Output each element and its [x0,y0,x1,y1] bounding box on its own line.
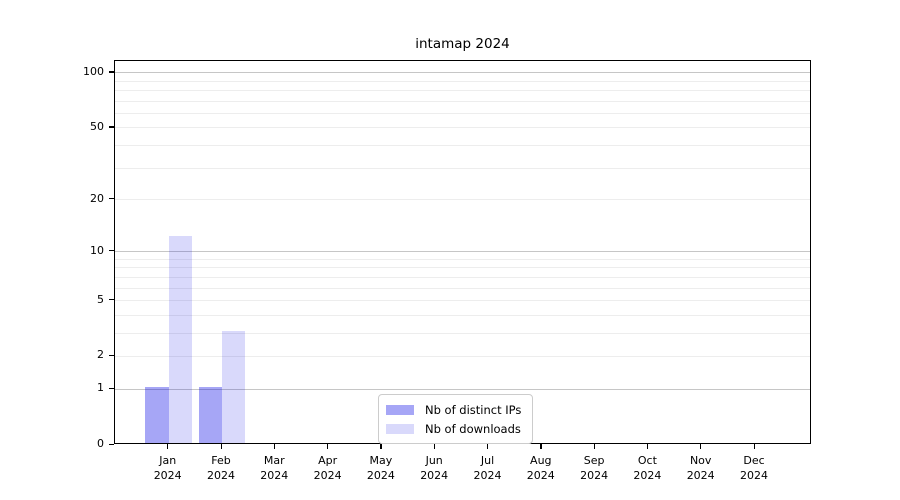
gridline-6 [115,287,810,289]
chart-title: intamap 2024 [415,36,510,52]
y-tick-mark-1 [109,387,114,389]
plot-area [114,60,811,444]
x-tick-mark-feb [220,444,222,449]
y-tick-mark-20 [109,198,114,200]
gridline-60 [115,113,810,115]
x-tick-label-may: May 2024 [366,454,395,482]
x-tick-label-feb: Feb 2024 [207,454,235,482]
y-tick-label-100: 100 [83,64,104,78]
gridline-20 [115,199,810,200]
y-tick-mark-5 [109,299,114,301]
gridline-40 [115,145,810,147]
gridline-3 [115,332,810,334]
legend-entry-downloads: Nb of downloads [386,419,521,438]
gridline-10 [115,251,810,253]
x-tick-label-jan: Jan 2024 [153,454,182,482]
legend-swatch-distinct-ips [386,404,414,415]
y-tick-mark-0 [109,443,114,445]
bar-jan-downloads [168,236,192,443]
bar-feb-downloads [222,331,246,443]
legend-entry-distinct-ips: Nb of distinct IPs [386,400,521,419]
gridline-30 [115,167,810,169]
gridline-80 [115,90,810,92]
x-tick-mark-jun [433,444,435,449]
y-tick-label-0: 0 [97,437,104,450]
x-tick-mark-dec [753,444,755,449]
gridline-50 [115,127,810,129]
x-tick-label-oct: Oct 2024 [633,454,662,482]
gridline-100 [115,72,810,74]
y-tick-label-50: 50 [90,119,104,133]
y-tick-label-20: 20 [90,191,104,205]
x-tick-label-jun: Jun 2024 [420,454,449,482]
x-tick-mark-mar [273,444,276,449]
chart-figure: intamap 2024 0 1 2 5 10 20 50 100 Jan 2024 Feb 202… [0,0,900,500]
bar-jan-distinct-ips [145,387,169,443]
x-tick-mark-apr [327,444,329,449]
x-tick-label-aug: Aug 2024 [526,454,555,482]
gridline-90 [115,80,810,82]
x-tick-mark-jul [487,444,489,449]
y-tick-mark-10 [109,250,114,252]
y-tick-mark-50 [109,126,114,128]
x-tick-mark-jan [167,444,169,449]
x-tick-mark-nov [700,444,702,449]
y-tick-mark-2 [109,354,114,357]
y-tick-label-2: 2 [97,348,104,362]
x-tick-label-dec: Dec 2024 [740,454,768,482]
gridline-8 [115,267,810,269]
gridline-7 [115,276,810,278]
gridline-5 [115,300,810,302]
x-tick-mark-sep [593,444,595,449]
x-tick-mark-may [380,444,382,449]
x-tick-mark-oct [646,444,649,449]
bar-feb-distinct-ips [198,387,222,443]
x-tick-mark-aug [540,444,542,449]
y-tick-label-10: 10 [90,243,104,257]
x-tick-label-nov: Nov 2024 [686,454,715,482]
x-tick-label-mar: Mar 2024 [260,454,289,482]
legend-swatch-downloads [386,423,414,434]
x-tick-label-apr: Apr 2024 [313,454,342,482]
legend-label-distinct-ips: Nb of distinct IPs [425,402,522,417]
legend-label-downloads: Nb of downloads [425,421,521,436]
x-tick-label-sep: Sep 2024 [580,454,609,482]
gridline-9 [115,258,810,260]
gridline-4 [115,314,810,316]
y-tick-mark-100 [109,71,114,73]
gridline-70 [115,100,810,102]
y-tick-label-1: 1 [97,381,104,395]
legend: Nb of distinct IPs Nb of downloads [378,394,534,444]
x-tick-label-jul: Jul 2024 [473,454,502,482]
y-tick-label-5: 5 [97,292,104,306]
gridline-2 [115,355,810,357]
